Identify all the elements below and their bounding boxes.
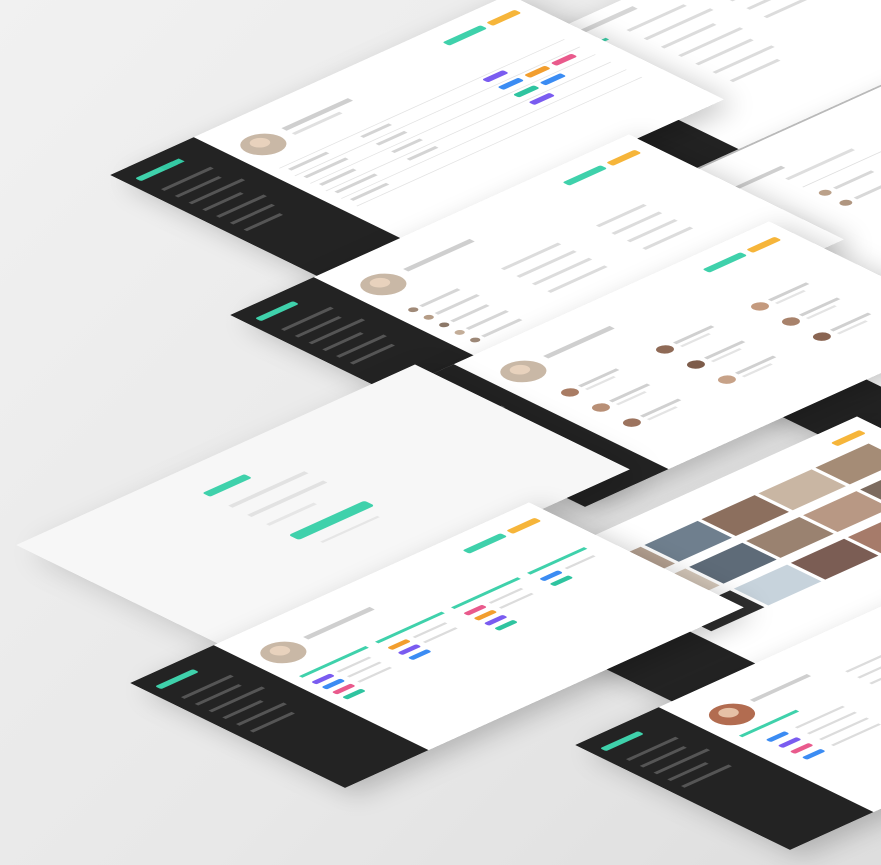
isometric-mockup-showcase bbox=[0, 0, 881, 865]
